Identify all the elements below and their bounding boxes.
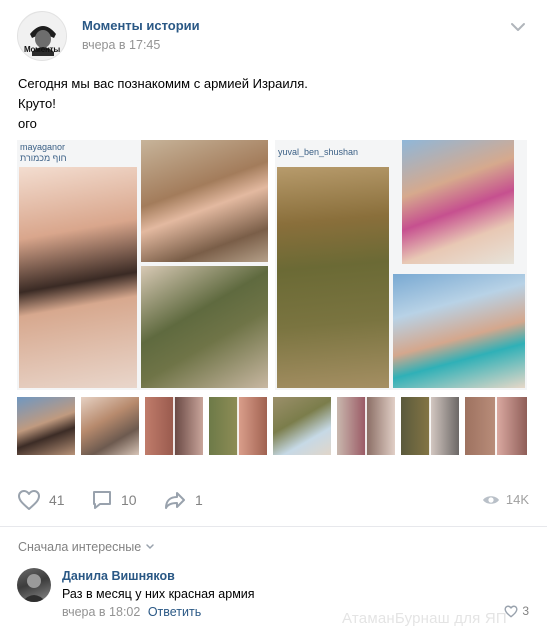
- share-arrow-icon: [165, 492, 185, 509]
- comment-time[interactable]: вчера в 18:02: [62, 605, 140, 619]
- share-count: 1: [195, 492, 203, 508]
- collage-tile: [393, 274, 525, 388]
- comment-author[interactable]: Данила Вишняков: [62, 569, 175, 583]
- gallery-thumbnail[interactable]: [209, 397, 267, 455]
- gallery-thumbnail[interactable]: [401, 397, 459, 455]
- collage-tile: [141, 140, 268, 262]
- wall-post: Моменты Моменты истории вчера в 17:45 Се…: [0, 0, 547, 634]
- divider: [0, 526, 547, 527]
- comments-sort-label: Сначала интересные: [18, 540, 142, 554]
- post-actions: 41 10 1 14K: [0, 485, 547, 515]
- like-button[interactable]: 41: [17, 485, 65, 515]
- comment-button[interactable]: 10: [91, 485, 137, 515]
- views-counter: 14K: [482, 492, 529, 507]
- gallery-thumbnail[interactable]: [337, 397, 395, 455]
- watermark: АтаманБурнаш для ЯП: [342, 610, 507, 627]
- collage-photo-right[interactable]: yuval_ben_shushan: [275, 140, 527, 390]
- collage-username-right: yuval_ben_shushan: [278, 147, 359, 157]
- collage-username-left: mayaganor: [20, 142, 66, 152]
- chevron-down-icon: [146, 544, 154, 550]
- collage-tile: [141, 266, 268, 388]
- collage-location-left: חוף מכמורת: [20, 153, 67, 163]
- gallery-thumbnail[interactable]: [81, 397, 139, 455]
- comment-like-count: 3: [522, 604, 529, 618]
- reply-link[interactable]: Ответить: [148, 605, 201, 619]
- comment-count: 10: [121, 492, 137, 508]
- comment-meta: вчера в 18:02 Ответить: [62, 605, 201, 619]
- eye-icon: [482, 495, 499, 504]
- gallery-thumbnail[interactable]: [17, 397, 75, 455]
- like-count: 41: [49, 492, 65, 508]
- collage-tile: [402, 140, 514, 264]
- collage-photo-left[interactable]: mayaganor חוף מכמורת: [17, 140, 268, 390]
- heart-icon: [18, 490, 40, 510]
- gallery-thumbnail[interactable]: [273, 397, 331, 455]
- gallery-thumbnail[interactable]: [145, 397, 203, 455]
- comment-avatar[interactable]: [17, 568, 51, 602]
- comment-text: Раз в месяц у них красная армия: [62, 587, 255, 601]
- comments-sort-toggle[interactable]: Сначала интересные: [18, 540, 155, 554]
- avatar-icon: [22, 574, 46, 602]
- comment-bubble-icon: [93, 491, 111, 509]
- photo-gallery: mayaganor חוף מכמורת yuval_ben_shushan: [0, 0, 547, 470]
- collage-tile: [277, 167, 389, 388]
- share-button[interactable]: 1: [163, 485, 203, 515]
- views-count: 14K: [505, 492, 529, 507]
- comment-like-button[interactable]: 3: [504, 604, 529, 618]
- gallery-thumbnail[interactable]: [465, 397, 527, 455]
- collage-tile: [19, 167, 137, 388]
